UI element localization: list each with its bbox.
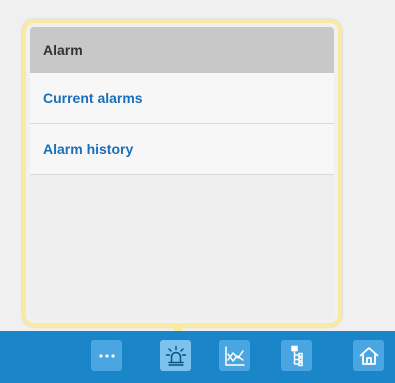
home-icon bbox=[358, 345, 380, 367]
more-icon bbox=[98, 353, 116, 359]
more-button[interactable] bbox=[91, 340, 122, 371]
menu-item-alarm-history[interactable]: Alarm history bbox=[30, 124, 334, 175]
alarm-popup-menu: Alarm Current alarms Alarm history bbox=[22, 19, 342, 327]
alarm-button[interactable] bbox=[160, 340, 191, 371]
bottom-toolbar bbox=[0, 331, 395, 383]
alarm-popup-content: Alarm Current alarms Alarm history bbox=[30, 27, 334, 319]
plant-structure-button[interactable] bbox=[281, 340, 312, 371]
tree-structure-icon bbox=[287, 345, 307, 367]
alarm-light-icon bbox=[165, 345, 187, 367]
trend-chart-icon bbox=[224, 345, 246, 367]
home-button[interactable] bbox=[353, 340, 384, 371]
menu-item-current-alarms[interactable]: Current alarms bbox=[30, 73, 334, 124]
popup-header-alarm: Alarm bbox=[30, 27, 334, 73]
trends-button[interactable] bbox=[219, 340, 250, 371]
